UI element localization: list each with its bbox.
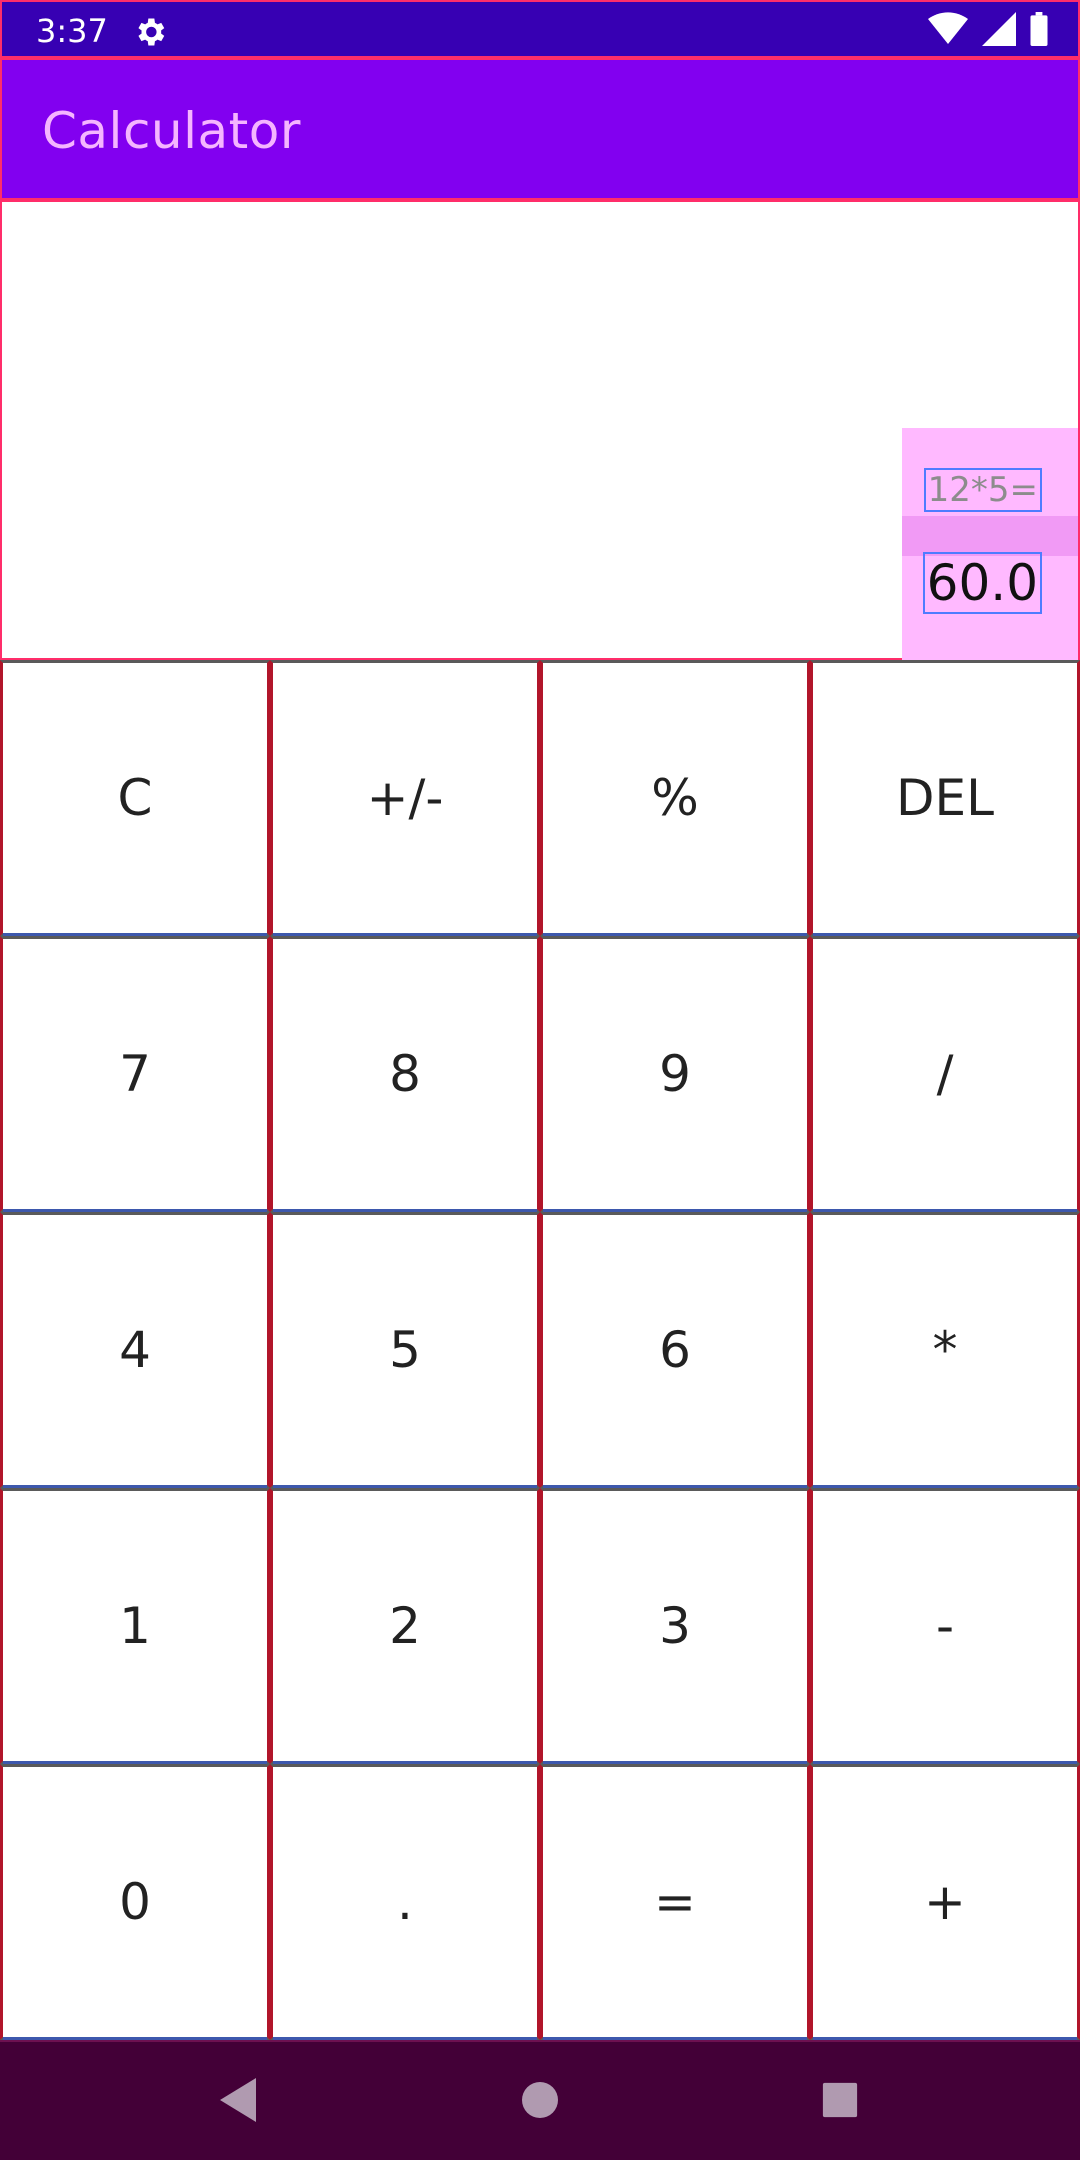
clear-button[interactable]: C bbox=[0, 660, 270, 936]
digit-5-button[interactable]: 5 bbox=[270, 1212, 540, 1488]
gear-icon bbox=[132, 14, 168, 50]
plus-minus-button[interactable]: +/- bbox=[270, 660, 540, 936]
percent-button[interactable]: % bbox=[540, 660, 810, 936]
result-text: 60.0 bbox=[922, 552, 1043, 614]
back-icon bbox=[220, 2078, 260, 2126]
status-bar: 3:37 bbox=[0, 0, 1080, 58]
digit-9-button[interactable]: 9 bbox=[540, 936, 810, 1212]
digit-2-button[interactable]: 2 bbox=[270, 1488, 540, 1764]
display-panel: 12*5= 60.0 bbox=[902, 428, 1078, 662]
subtract-button[interactable]: - bbox=[810, 1488, 1080, 1764]
recents-button[interactable] bbox=[740, 2042, 940, 2162]
digit-4-button[interactable]: 4 bbox=[0, 1212, 270, 1488]
home-button[interactable] bbox=[440, 2042, 640, 2162]
divide-button[interactable]: / bbox=[810, 936, 1080, 1212]
multiply-button[interactable]: * bbox=[810, 1212, 1080, 1488]
battery-icon bbox=[1030, 12, 1048, 46]
navigation-bar bbox=[0, 2040, 1080, 2160]
app-title: Calculator bbox=[42, 102, 301, 160]
calculator-display: 12*5= 60.0 bbox=[0, 200, 1080, 662]
app-bar: Calculator bbox=[0, 58, 1080, 200]
decimal-button[interactable]: . bbox=[270, 1764, 540, 2040]
digit-0-button[interactable]: 0 bbox=[0, 1764, 270, 2040]
status-time: 3:37 bbox=[36, 12, 108, 50]
signal-icon bbox=[982, 12, 1016, 46]
display-divider bbox=[902, 516, 1078, 556]
home-icon bbox=[520, 2080, 560, 2124]
digit-1-button[interactable]: 1 bbox=[0, 1488, 270, 1764]
back-button[interactable] bbox=[140, 2042, 340, 2162]
equals-button[interactable]: = bbox=[540, 1764, 810, 2040]
status-icons bbox=[928, 12, 1048, 46]
keypad: C +/- % DEL 7 8 9 / 4 5 6 * 1 2 3 - 0 . … bbox=[0, 660, 1080, 2040]
digit-7-button[interactable]: 7 bbox=[0, 936, 270, 1212]
expression-text: 12*5= bbox=[923, 468, 1043, 512]
wifi-icon bbox=[928, 12, 968, 46]
add-button[interactable]: + bbox=[810, 1764, 1080, 2040]
delete-button[interactable]: DEL bbox=[810, 660, 1080, 936]
recents-icon bbox=[821, 2081, 859, 2123]
digit-8-button[interactable]: 8 bbox=[270, 936, 540, 1212]
digit-6-button[interactable]: 6 bbox=[540, 1212, 810, 1488]
digit-3-button[interactable]: 3 bbox=[540, 1488, 810, 1764]
